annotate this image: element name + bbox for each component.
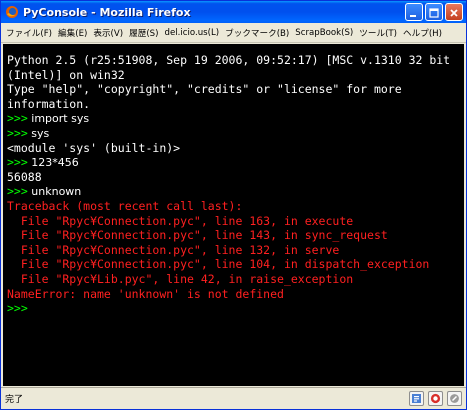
prompt: >>> bbox=[7, 111, 28, 126]
maximize-icon bbox=[429, 3, 439, 22]
close-button[interactable] bbox=[445, 3, 463, 21]
traceback-line: File "Rpyc¥Connection.pyc", line 143, in… bbox=[7, 228, 388, 243]
menu-help[interactable]: ヘルプ(H) bbox=[400, 25, 445, 41]
menu-tools[interactable]: ツール(T) bbox=[356, 25, 400, 41]
status-icons bbox=[409, 391, 462, 406]
page-info-icon[interactable] bbox=[409, 391, 424, 406]
banner-line: Type "help", "copyright", "credits" or "… bbox=[7, 82, 402, 97]
menu-bar: ファイル(F) 編集(E) 表示(V) 履歴(S) del.icio.us(L)… bbox=[1, 23, 466, 43]
menu-delicious[interactable]: del.icio.us(L) bbox=[162, 26, 223, 40]
security-status-icon[interactable] bbox=[447, 391, 462, 406]
menu-edit[interactable]: 編集(E) bbox=[55, 25, 90, 41]
menu-view[interactable]: 表示(V) bbox=[90, 25, 126, 41]
minimize-button[interactable] bbox=[405, 3, 423, 21]
prompt: >>> bbox=[7, 125, 28, 140]
command-text: 123*456 bbox=[27, 156, 79, 170]
traceback-line: File "Rpyc¥Connection.pyc", line 104, in… bbox=[7, 257, 430, 272]
command-text: unknown bbox=[27, 185, 82, 199]
traceback-line: Traceback (most recent call last): bbox=[7, 198, 243, 213]
title-bar[interactable]: PyConsole - Mozilla Firefox bbox=[1, 1, 466, 23]
output-line: 56088 bbox=[7, 169, 42, 184]
input-line: >>> unknown bbox=[7, 184, 464, 199]
traceback-line: File "Rpyc¥Connection.pyc", line 163, in… bbox=[7, 213, 354, 228]
prompt: >>> bbox=[7, 155, 28, 170]
banner-line: Python 2.5 (r25:51908, Sep 19 2006, 09:5… bbox=[7, 53, 451, 67]
browser-window: PyConsole - Mozilla Firefox ファイル(F) 編集(E… bbox=[0, 0, 467, 410]
python-console[interactable]: Python 2.5 (r25:51908, Sep 19 2006, 09:5… bbox=[3, 44, 464, 386]
error-message: NameError: name 'unknown' is not defined bbox=[7, 286, 284, 301]
input-line: >>> import sys bbox=[7, 111, 464, 126]
banner-line: (Intel)] on win32 bbox=[7, 67, 125, 82]
input-line-active[interactable]: >>> bbox=[7, 301, 464, 316]
traceback-line: File "Rpyc¥Connection.pyc", line 132, in… bbox=[7, 242, 340, 257]
prompt: >>> bbox=[7, 184, 28, 199]
input-line: >>> sys bbox=[7, 126, 464, 141]
status-bar: 完了 bbox=[1, 387, 466, 409]
output-line: <module 'sys' (built-in)> bbox=[7, 140, 181, 155]
firefox-icon bbox=[5, 5, 19, 19]
menu-file[interactable]: ファイル(F) bbox=[3, 25, 55, 41]
minimize-icon bbox=[409, 3, 419, 22]
maximize-button[interactable] bbox=[425, 3, 443, 21]
command-text: import sys bbox=[27, 112, 90, 126]
addon-status-icon[interactable] bbox=[428, 391, 443, 406]
prompt: >>> bbox=[7, 301, 28, 316]
window-controls bbox=[405, 3, 463, 21]
command-text: sys bbox=[27, 126, 50, 140]
menu-bookmarks[interactable]: ブックマーク(B) bbox=[222, 25, 292, 41]
window-title: PyConsole - Mozilla Firefox bbox=[23, 5, 191, 19]
input-line: >>> 123*456 bbox=[7, 155, 464, 170]
menu-history[interactable]: 履歴(S) bbox=[126, 25, 161, 41]
banner-line: information. bbox=[7, 96, 91, 111]
menu-scrapbook[interactable]: ScrapBook(S) bbox=[292, 26, 356, 40]
status-text: 完了 bbox=[5, 395, 24, 405]
traceback-line: File "Rpyc¥Lib.pyc", line 42, in raise_e… bbox=[7, 271, 354, 286]
close-icon bbox=[449, 3, 459, 22]
